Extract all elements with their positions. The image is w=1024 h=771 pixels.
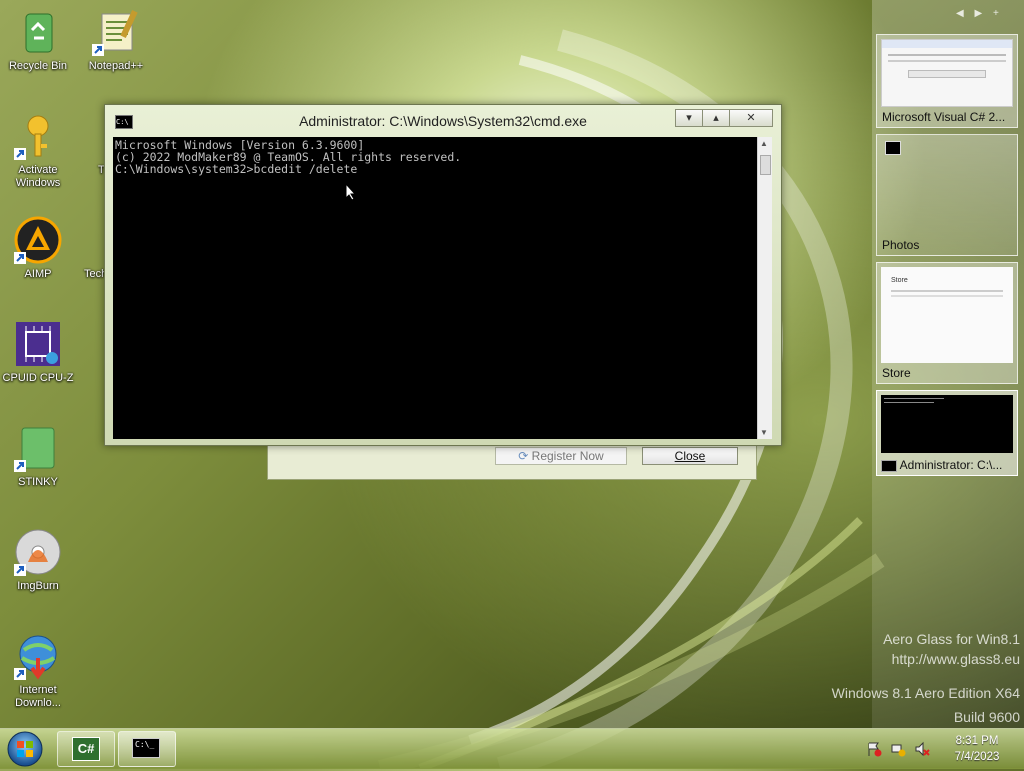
- terminal-line: C:\Windows\system32>bcdedit /delete: [115, 162, 358, 176]
- cpuz-icon: [14, 320, 62, 368]
- clock[interactable]: 8:31 PM 7/4/2023: [940, 733, 1014, 765]
- desktop-icon-label: STINKY: [18, 476, 58, 488]
- clock-time: 8:31 PM: [955, 735, 999, 747]
- shortcut-arrow-icon: [14, 668, 26, 680]
- desktop-icon-idm[interactable]: Internet Downlo...: [0, 632, 76, 710]
- start-button[interactable]: [6, 730, 44, 768]
- scroll-thumb[interactable]: [760, 155, 771, 175]
- terminal-output[interactable]: Microsoft Windows [Version 6.3.9600] (c)…: [113, 137, 761, 439]
- taskbar-app-csharp[interactable]: C#: [57, 731, 115, 767]
- desktop-icon-label: Activate Windows: [15, 164, 61, 189]
- disc-icon: [14, 528, 62, 576]
- vertical-scrollbar[interactable]: ▲ ▼: [757, 137, 772, 439]
- thumb-caption: Administrator: C:\...: [881, 458, 1011, 472]
- clock-date: 7/4/2023: [954, 751, 1000, 763]
- desktop-icon-label: Notepad++: [88, 60, 144, 72]
- system-tray: [862, 739, 936, 759]
- globe-download-icon: [14, 632, 62, 680]
- key-icon: [14, 112, 62, 160]
- watermark-line: Windows 8.1 Aero Edition X64: [831, 685, 1020, 701]
- thumbnail-image: [881, 39, 1013, 107]
- desktop-icon-cpuz[interactable]: CPUID CPU-Z: [0, 320, 76, 385]
- scroll-up-arrow-icon[interactable]: ▲: [760, 139, 768, 148]
- desktop-icon-recycle-bin[interactable]: Recycle Bin: [0, 8, 76, 73]
- shortcut-arrow-icon: [14, 460, 26, 472]
- switcher-thumb-visual-csharp[interactable]: Microsoft Visual C# 2...: [876, 34, 1018, 128]
- windows-orb-icon: [7, 731, 43, 767]
- window-title: Administrator: C:\Windows\System32\cmd.e…: [299, 113, 587, 129]
- shortcut-arrow-icon: [14, 148, 26, 160]
- thumb-caption: Microsoft Visual C# 2...: [882, 110, 1006, 124]
- mouse-pointer-icon: [345, 183, 357, 201]
- recycle-bin-icon: [14, 8, 62, 56]
- cmd-window[interactable]: Administrator: C:\Windows\System32\cmd.e…: [104, 104, 782, 446]
- notepadpp-icon: [92, 8, 140, 56]
- desktop-icon-activate-windows[interactable]: Activate Windows: [0, 112, 76, 190]
- desktop-icon-label: CPUID CPU-Z: [2, 372, 74, 384]
- app-switcher-panel: ◀ ▶ + Microsoft Visual C# 2... Photos St…: [872, 0, 1024, 728]
- register-icon: ⟳: [518, 449, 532, 463]
- close-button[interactable]: ✕: [729, 109, 773, 127]
- desktop-icon-label: AIMP: [24, 268, 52, 280]
- switcher-thumb-photos[interactable]: Photos: [876, 134, 1018, 256]
- aimp-icon: [14, 216, 62, 264]
- folder-icon: [14, 424, 62, 472]
- desktop-icon-aimp[interactable]: AIMP: [0, 216, 76, 281]
- taskbar: C# C:\_ 8:31 PM 7/4/2023: [0, 728, 1024, 769]
- shortcut-arrow-icon: [92, 44, 104, 56]
- switcher-thumb-store[interactable]: Store Store: [876, 262, 1018, 384]
- watermark-line: http://www.glass8.eu: [891, 651, 1020, 667]
- prev-icon[interactable]: ◀: [956, 8, 964, 19]
- scroll-down-arrow-icon[interactable]: ▼: [760, 428, 768, 437]
- desktop-icon-label: Recycle Bin: [8, 60, 68, 72]
- maximize-button[interactable]: ▴: [702, 109, 730, 127]
- cmd-icon: C:\_: [132, 738, 160, 758]
- thumb-caption: Photos: [882, 238, 920, 252]
- desktop-icon-stinky[interactable]: STINKY: [0, 424, 76, 489]
- next-icon[interactable]: ▶: [974, 8, 982, 19]
- watermark: Aero Glass for Win8.1 http://www.glass8.…: [832, 630, 1020, 726]
- desktop-icon-notepadpp[interactable]: Notepad++: [78, 8, 154, 73]
- shortcut-arrow-icon: [14, 252, 26, 264]
- thumb-caption: Store: [882, 366, 911, 380]
- switcher-thumb-cmd[interactable]: Administrator: C:\...: [876, 390, 1018, 476]
- minimize-button[interactable]: ▾: [675, 109, 703, 127]
- volume-muted-icon[interactable]: [914, 741, 930, 757]
- desktop-icon-label: Internet Downlo...: [15, 684, 61, 709]
- action-center-flag-icon[interactable]: [866, 741, 882, 757]
- cmd-icon: [881, 459, 897, 472]
- taskbar-app-cmd[interactable]: C:\_: [118, 731, 176, 767]
- cmd-icon[interactable]: C:\: [115, 115, 133, 129]
- network-icon[interactable]: [890, 741, 906, 757]
- add-icon[interactable]: +: [993, 8, 999, 19]
- register-now-button[interactable]: ⟳ Register Now: [495, 447, 627, 465]
- thumbnail-image: Store: [881, 267, 1013, 363]
- photos-app-icon: [885, 141, 901, 155]
- csharp-icon: C#: [72, 737, 100, 761]
- watermark-line: Build 9600: [953, 709, 1020, 725]
- close-dialog-button[interactable]: Close: [642, 447, 738, 465]
- desktop-icon-imgburn[interactable]: ImgBurn: [0, 528, 76, 593]
- switcher-nav: ◀ ▶ +: [956, 8, 999, 19]
- shortcut-arrow-icon: [14, 564, 26, 576]
- watermark-line: Aero Glass for Win8.1: [883, 631, 1020, 647]
- desktop-icon-label: ImgBurn: [17, 580, 59, 592]
- thumbnail-image: [881, 395, 1013, 453]
